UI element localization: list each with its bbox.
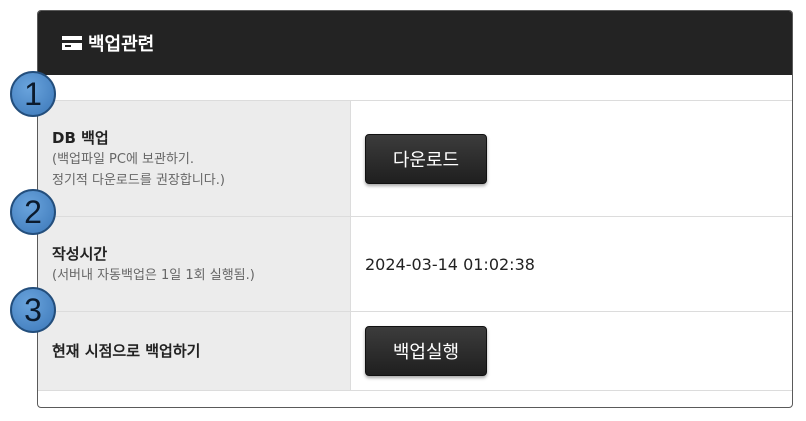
db-backup-note-2: 정기적 다운로드를 권장합니다.) (52, 172, 225, 188)
backup-now-value-cell: 백업실행 (351, 312, 792, 390)
backup-now-label-cell: 현재 시점으로 백업하기 (38, 312, 351, 390)
card-icon (62, 36, 82, 50)
db-backup-value-cell: 다운로드 (351, 101, 792, 216)
created-time-label-cell: 작성시간 (서버내 자동백업은 1일 1회 실행됨.) (38, 217, 351, 311)
backup-panel: 백업관련 DB 백업 (백업파일 PC에 보관하기. 정기적 다운로드를 권장합… (37, 10, 793, 408)
panel-spacer (38, 75, 792, 101)
db-backup-row: DB 백업 (백업파일 PC에 보관하기. 정기적 다운로드를 권장합니다.) … (38, 101, 792, 217)
db-backup-label-cell: DB 백업 (백업파일 PC에 보관하기. 정기적 다운로드를 권장합니다.) (38, 101, 351, 216)
backup-now-row: 현재 시점으로 백업하기 백업실행 (38, 312, 792, 391)
step-badge-1: 1 (10, 71, 56, 117)
created-time-value: 2024-03-14 01:02:38 (365, 254, 535, 274)
panel-header: 백업관련 (38, 11, 792, 75)
db-backup-title: DB 백업 (52, 128, 109, 147)
download-button[interactable]: 다운로드 (365, 133, 487, 184)
created-time-title: 작성시간 (52, 244, 108, 263)
created-time-value-cell: 2024-03-14 01:02:38 (351, 217, 792, 311)
backup-now-title: 현재 시점으로 백업하기 (52, 342, 201, 360)
panel-title: 백업관련 (88, 34, 155, 55)
db-backup-note-1: (백업파일 PC에 보관하기. (52, 151, 195, 167)
step-badge-2: 2 (10, 189, 56, 235)
step-badge-3: 3 (10, 287, 56, 333)
created-time-note: (서버내 자동백업은 1일 1회 실행됨.) (52, 267, 255, 283)
run-backup-button[interactable]: 백업실행 (365, 326, 487, 376)
created-time-row: 작성시간 (서버내 자동백업은 1일 1회 실행됨.) 2024-03-14 0… (38, 217, 792, 312)
